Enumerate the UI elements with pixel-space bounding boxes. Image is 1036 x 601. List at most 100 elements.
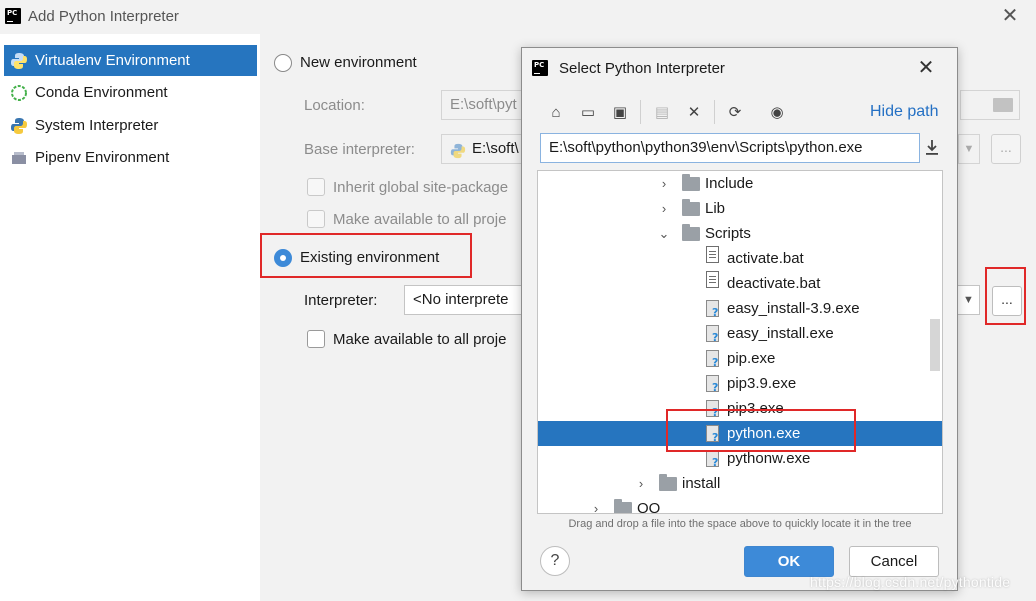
help-button[interactable]: ? xyxy=(540,546,570,576)
python-icon xyxy=(10,117,28,135)
unknown-file-icon xyxy=(706,325,719,344)
window-close-button[interactable]: ✕ xyxy=(998,4,1022,28)
chevron-right-icon[interactable]: › xyxy=(658,196,670,221)
tree-item-label: Include xyxy=(705,175,754,192)
tree-item-label: Scripts xyxy=(705,225,751,242)
base-interpreter-dropdown-arrow[interactable]: ▼ xyxy=(958,134,980,164)
base-interpreter-field[interactable]: E:\soft\ xyxy=(441,134,531,164)
dialog-title: Select Python Interpreter xyxy=(559,60,725,77)
sidebar-item-label: Virtualenv Environment xyxy=(35,52,190,69)
select-interpreter-dialog: PC Select Python Interpreter ✕ ⌂ ▭ ▣ ▤ ✕… xyxy=(521,47,958,591)
text-file-icon xyxy=(706,246,719,263)
interpreter-dropdown-arrow[interactable]: ▼ xyxy=(958,285,980,315)
hide-path-link[interactable]: Hide path xyxy=(870,103,939,121)
main-titlebar: PC Add Python Interpreter ✕ xyxy=(0,0,1036,34)
folder-icon xyxy=(614,499,632,513)
text-file-icon xyxy=(706,271,719,288)
unknown-file-icon xyxy=(706,450,719,469)
home-icon[interactable]: ⌂ xyxy=(546,103,566,123)
dialog-close-button[interactable]: ✕ xyxy=(914,56,938,80)
inherit-packages-label: Inherit global site-package xyxy=(333,179,509,196)
tree-item-label: pip.exe xyxy=(727,350,776,367)
tree-row-scripts[interactable]: ⌄ Scripts xyxy=(538,221,928,246)
chevron-right-icon[interactable]: › xyxy=(658,171,670,196)
new-folder-icon[interactable]: ▤ xyxy=(652,103,672,123)
sidebar-item-label: Conda Environment xyxy=(35,84,168,101)
watermark: https://blog.csdn.net/pythontide xyxy=(810,574,1011,590)
conda-icon xyxy=(10,84,28,102)
tree-item-label: easy_install.exe xyxy=(727,325,834,342)
tree-item-label: easy_install-3.9.exe xyxy=(727,300,860,317)
pycharm-logo-icon: PC xyxy=(532,60,548,76)
sidebar-item-virtualenv[interactable]: Virtualenv Environment xyxy=(4,45,257,76)
toolbar-separator xyxy=(714,100,715,124)
tree-row-easy-install-39[interactable]: easy_install-3.9.exe xyxy=(538,296,928,321)
tree-row-deactivate-bat[interactable]: deactivate.bat xyxy=(538,271,928,296)
base-interpreter-browse-button[interactable]: ... xyxy=(991,134,1021,164)
file-tree[interactable]: › Include › Lib ⌄ Scripts activate.bat d… xyxy=(537,170,943,514)
base-interpreter-label: Base interpreter: xyxy=(304,141,415,158)
chevron-right-icon[interactable]: › xyxy=(635,471,647,496)
sidebar-item-pipenv[interactable]: Pipenv Environment xyxy=(4,142,257,173)
tree-item-label: QQ xyxy=(637,500,661,514)
toolbar-separator xyxy=(640,100,641,124)
unknown-file-icon xyxy=(706,350,719,369)
python-icon xyxy=(450,141,466,163)
highlight-python-exe xyxy=(666,409,856,452)
location-label: Location: xyxy=(304,97,365,114)
tree-item-label: deactivate.bat xyxy=(727,275,821,292)
drag-drop-hint: Drag and drop a file into the space abov… xyxy=(568,518,912,530)
folder-icon xyxy=(682,174,700,191)
tree-item-label: activate.bat xyxy=(727,250,804,267)
delete-icon[interactable]: ✕ xyxy=(684,103,704,123)
sidebar-item-conda[interactable]: Conda Environment xyxy=(4,77,257,108)
existing-env-available-label: Make available to all proje xyxy=(333,331,507,348)
tree-item-label: install xyxy=(682,475,721,492)
project-folder-icon[interactable]: ▣ xyxy=(610,103,630,123)
tree-row-install[interactable]: › install xyxy=(538,471,928,496)
refresh-icon[interactable]: ⟳ xyxy=(725,103,745,123)
tree-item-label: Lib xyxy=(705,200,726,217)
interpreter-label: Interpreter: xyxy=(304,292,378,309)
tree-row-lib[interactable]: › Lib xyxy=(538,196,928,221)
tree-row-activate-bat[interactable]: activate.bat xyxy=(538,246,928,271)
new-env-available-checkbox[interactable] xyxy=(307,210,325,228)
new-environment-label: New environment xyxy=(300,54,417,71)
new-env-available-label: Make available to all proje xyxy=(333,211,507,228)
window-title: Add Python Interpreter xyxy=(28,8,179,25)
tree-row-pip[interactable]: pip.exe xyxy=(538,346,928,371)
interpreter-dropdown[interactable]: <No interprete xyxy=(404,285,524,315)
path-input[interactable]: E:\soft\python\python39\env\Scripts\pyth… xyxy=(540,133,920,163)
tree-row-easy-install[interactable]: easy_install.exe xyxy=(538,321,928,346)
pycharm-logo-icon: PC xyxy=(5,8,21,24)
folder-icon xyxy=(682,199,700,216)
base-interpreter-value: E:\soft\ xyxy=(472,140,519,157)
desktop-icon[interactable]: ▭ xyxy=(578,103,598,123)
pipenv-icon xyxy=(10,149,28,167)
sidebar-item-system[interactable]: System Interpreter xyxy=(4,110,257,141)
folder-icon xyxy=(682,224,700,241)
tree-row-qq[interactable]: › QQ xyxy=(538,496,928,514)
tree-item-label: pip3.9.exe xyxy=(727,375,797,392)
tree-row-include[interactable]: › Include xyxy=(538,171,928,196)
ok-button[interactable]: OK xyxy=(744,546,834,577)
tree-row-pip39[interactable]: pip3.9.exe xyxy=(538,371,928,396)
location-field-end xyxy=(960,90,1020,120)
chevron-down-icon[interactable]: ⌄ xyxy=(658,221,670,246)
chevron-right-icon[interactable]: › xyxy=(590,496,602,513)
new-environment-radio[interactable] xyxy=(274,54,292,72)
download-icon[interactable] xyxy=(923,137,941,159)
cancel-button[interactable]: Cancel xyxy=(849,546,939,577)
tree-scrollbar[interactable] xyxy=(930,319,940,371)
folder-icon xyxy=(659,474,677,491)
highlight-browse-button xyxy=(985,267,1026,325)
folder-browse-icon xyxy=(993,98,1013,112)
sidebar-item-label: Pipenv Environment xyxy=(35,149,170,166)
environment-type-sidebar: Virtualenv Environment Conda Environment… xyxy=(0,34,260,601)
existing-env-available-checkbox[interactable] xyxy=(307,330,325,348)
virtualenv-icon xyxy=(10,52,28,70)
highlight-existing-environment xyxy=(260,233,472,278)
inherit-packages-checkbox[interactable] xyxy=(307,178,325,196)
show-hidden-files-icon[interactable]: ◉ xyxy=(767,103,787,123)
location-field[interactable]: E:\soft\pyt xyxy=(441,90,531,120)
